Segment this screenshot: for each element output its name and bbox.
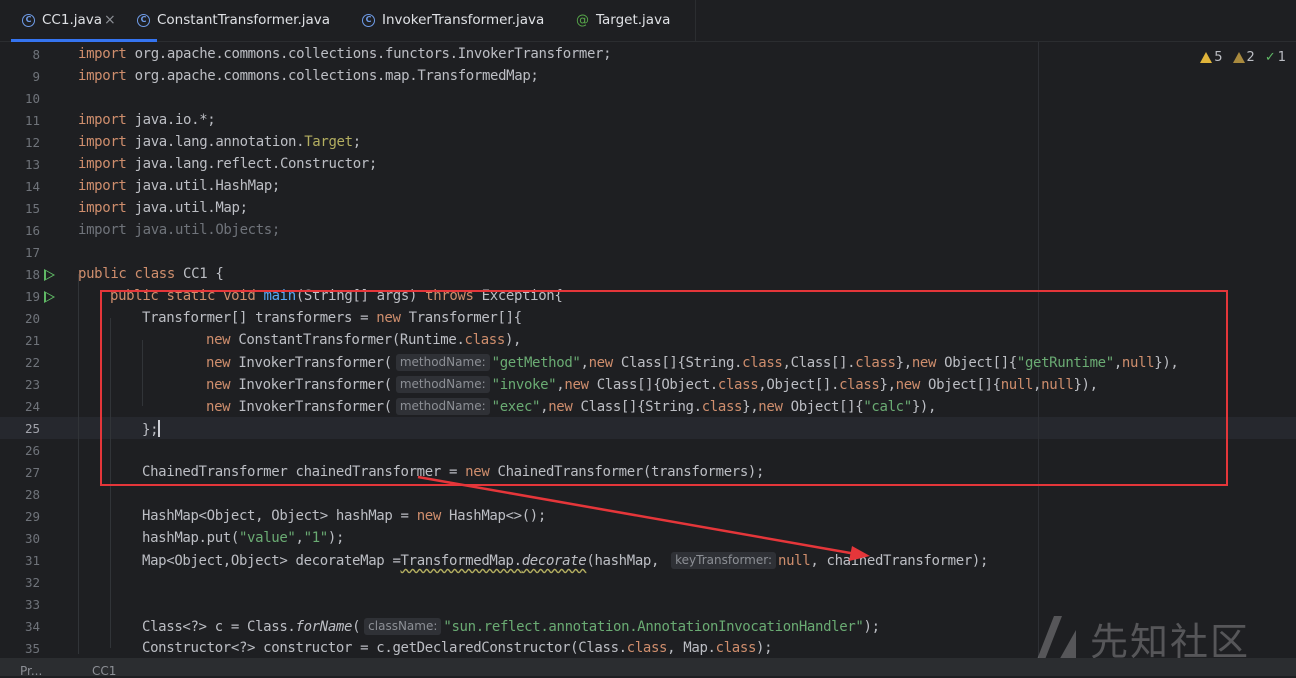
bottom-tool-bar: Pr... CC1 [0,658,1296,678]
xianzhi-logo-icon [1036,616,1076,662]
annotation-arrow [417,475,870,561]
